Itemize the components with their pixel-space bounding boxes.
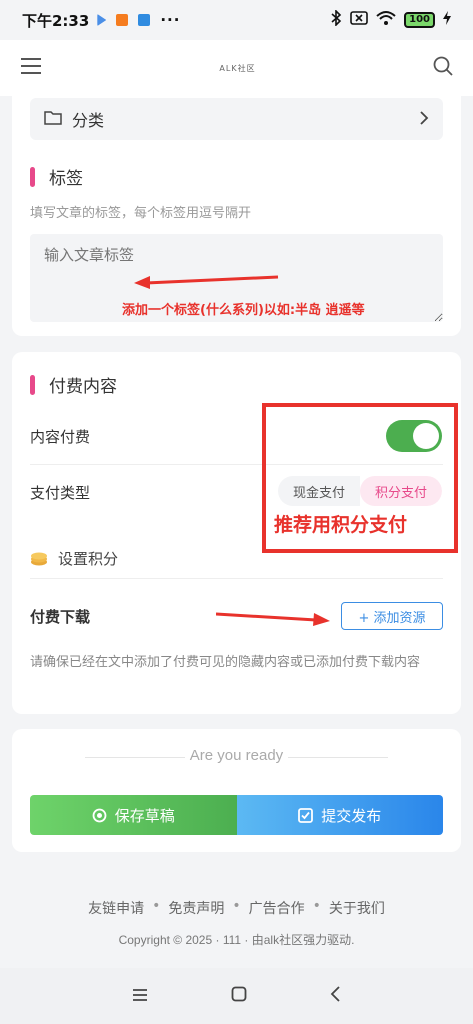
recent-apps-icon[interactable] — [132, 987, 148, 1006]
paid-download-note: 请确保已经在文中添加了付费可见的隐藏内容或已添加付费下载内容 — [30, 655, 421, 670]
action-buttons: 保存草稿 提交发布 — [30, 795, 443, 835]
bluetooth-icon — [330, 9, 342, 30]
footer-link-about[interactable]: 关于我们 — [329, 898, 385, 918]
tags-hint: 填写文章的标签，每个标签用逗号隔开 — [30, 206, 252, 221]
actions-card: Are you ready 保存草稿 提交发布 — [12, 729, 461, 852]
section-accent-bar — [30, 374, 35, 395]
charging-icon — [443, 11, 451, 29]
battery-icon: 100 — [404, 12, 435, 28]
footer-link-ads[interactable]: 广告合作 — [249, 898, 305, 918]
sim-icon — [350, 10, 368, 30]
paid-section-title: 付费内容 — [30, 372, 117, 397]
chevron-right-icon — [419, 109, 429, 130]
tags-card: 分类 标签 填写文章的标签，每个标签用逗号隔开 添加一个标签(什么系列)以如:半… — [12, 96, 461, 336]
menu-icon[interactable] — [20, 57, 42, 79]
annotation-box — [262, 403, 458, 553]
footer-link-disclaimer[interactable]: 免责声明 — [168, 898, 224, 918]
app-icon — [138, 14, 151, 26]
wifi-icon — [376, 10, 396, 30]
submit-label: 提交发布 — [321, 806, 382, 825]
section-accent-bar — [30, 166, 35, 187]
separator-dot: • — [232, 898, 241, 914]
play-icon — [97, 14, 107, 26]
tags-title: 标签 — [49, 169, 83, 189]
system-nav-bar — [0, 968, 473, 1024]
back-icon[interactable] — [330, 986, 342, 1006]
save-draft-label: 保存草稿 — [114, 806, 175, 825]
ready-text: Are you ready — [189, 747, 284, 764]
footer: 友链申请 • 免责声明 • 广告合作 • 关于我们 Copyright © 20… — [0, 878, 473, 968]
category-label: 分类 — [72, 111, 105, 130]
tags-section-title: 标签 — [30, 164, 83, 189]
separator-dot: • — [152, 898, 161, 914]
tags-annotation: 添加一个标签(什么系列)以如:半岛 逍遥等 — [122, 303, 365, 318]
search-icon[interactable] — [433, 56, 453, 80]
set-points-label: 设置积分 — [58, 550, 119, 568]
divider — [30, 578, 443, 579]
paid-download-label: 付费下载 — [30, 608, 91, 626]
app-bar: ALK社区 — [0, 40, 473, 96]
mi-icon — [116, 14, 129, 26]
annotation-arrow — [134, 275, 279, 289]
status-time: 下午2:33 — [22, 11, 90, 30]
footer-link-friend[interactable]: 友链申请 — [88, 898, 144, 918]
submit-button[interactable]: 提交发布 — [236, 795, 443, 835]
separator-dot: • — [312, 898, 321, 914]
record-icon — [92, 808, 107, 822]
more-icon: ··· — [160, 11, 181, 29]
coins-icon — [31, 552, 47, 566]
pay-type-label: 支付类型 — [30, 484, 91, 502]
paid-title: 付费内容 — [49, 377, 117, 397]
status-bar: 下午2:33 ··· 100 — [0, 0, 473, 40]
category-selector[interactable]: 分类 — [30, 98, 443, 140]
content-paid-label: 内容付费 — [30, 428, 91, 446]
add-resource-button[interactable]: + 添加资源 — [341, 602, 443, 630]
home-icon[interactable] — [231, 986, 247, 1006]
annotation-arrow — [216, 612, 330, 626]
save-draft-button[interactable]: 保存草稿 — [30, 795, 237, 835]
footer-links: 友链申请 • 免责声明 • 广告合作 • 关于我们 — [0, 898, 473, 918]
copyright: Copyright © 2025 · 111 · 由alk社区强力驱动. — [118, 933, 355, 947]
checkbox-icon — [298, 807, 314, 823]
site-logo[interactable]: ALK社区 — [219, 63, 255, 74]
divider — [288, 757, 388, 758]
folder-icon — [44, 110, 62, 129]
